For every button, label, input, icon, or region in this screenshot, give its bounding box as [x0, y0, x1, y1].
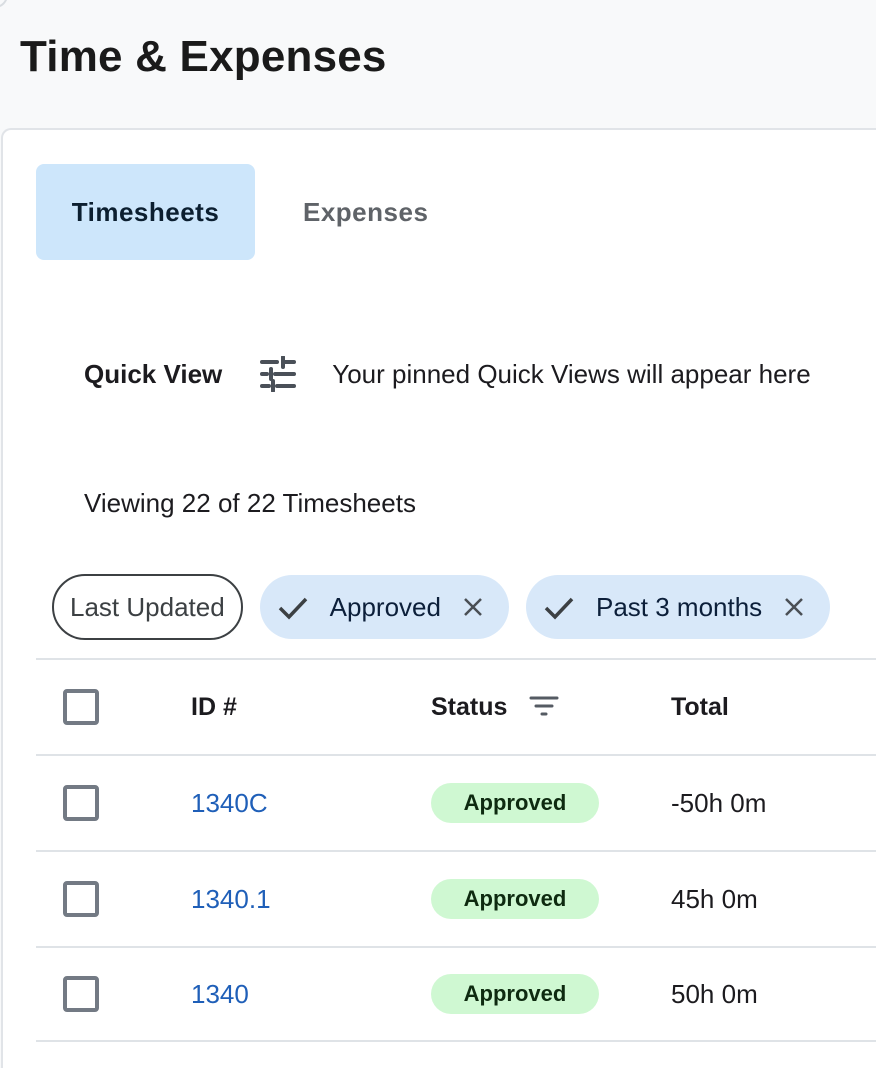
status-badge: Approved [431, 879, 599, 919]
tune-sliders-icon[interactable] [258, 354, 298, 394]
chip-label: Approved [329, 591, 441, 622]
column-header-status: Status [431, 692, 561, 722]
quick-view-bar: Quick View Your pinned Quick Views will … [84, 354, 811, 394]
status-badge: Approved [431, 974, 599, 1014]
close-icon[interactable] [782, 595, 806, 619]
timesheet-id-link[interactable]: 1340C [191, 788, 268, 819]
column-header-total[interactable]: Total [671, 693, 729, 722]
quick-view-hint: Your pinned Quick Views will appear here [332, 358, 811, 389]
content-card: Timesheets Expenses Quick View Your pinn [1, 128, 876, 1068]
column-header-status-label[interactable]: Status [431, 693, 507, 722]
row-checkbox[interactable] [63, 881, 99, 917]
close-icon[interactable] [461, 595, 485, 619]
check-icon [542, 590, 576, 624]
filter-icon[interactable] [527, 692, 561, 722]
table-row[interactable]: 1340C Approved -50h 0m [36, 754, 876, 850]
sort-chip-last-updated[interactable]: Last Updated [52, 574, 243, 640]
total-cell: -50h 0m [671, 787, 767, 818]
check-icon [276, 590, 310, 624]
status-cell: Approved [431, 879, 599, 919]
timesheet-id-link[interactable]: 1340.1 [191, 884, 271, 915]
column-header-id[interactable]: ID # [191, 693, 237, 722]
viewing-count: Viewing 22 of 22 Timesheets [84, 488, 416, 518]
chip-label: Past 3 months [595, 591, 763, 622]
total-cell: 50h 0m [671, 978, 758, 1009]
filter-chips: Last Updated Approved Past 3 months [52, 574, 831, 640]
filter-chip-approved[interactable]: Approved [259, 575, 509, 639]
select-all-checkbox[interactable] [63, 689, 99, 725]
status-cell: Approved [431, 974, 599, 1014]
tab-timesheets[interactable]: Timesheets [36, 164, 255, 260]
row-checkbox[interactable] [63, 785, 99, 821]
chip-label: Last Updated [70, 591, 225, 622]
tab-expenses[interactable]: Expenses [255, 164, 460, 260]
status-cell: Approved [431, 783, 599, 823]
table-row[interactable]: 1340.1 Approved 45h 0m [36, 850, 876, 946]
status-badge: Approved [431, 783, 599, 823]
avatar-edge [0, 0, 8, 8]
timesheet-id-link[interactable]: 1340 [191, 979, 249, 1010]
table-header-row: ID # Status Total [36, 658, 876, 754]
tab-bar: Timesheets Expenses [36, 164, 460, 260]
total-cell: 45h 0m [671, 883, 758, 914]
timesheets-table: ID # Status Total 1340C Approved -50h 0m… [36, 658, 876, 1042]
row-checkbox[interactable] [63, 976, 99, 1012]
quick-view-label: Quick View [84, 358, 223, 389]
page-title: Time & Expenses [20, 32, 387, 81]
filter-chip-past-3-months[interactable]: Past 3 months [525, 575, 831, 639]
table-row[interactable]: 1340 Approved 50h 0m [36, 946, 876, 1042]
